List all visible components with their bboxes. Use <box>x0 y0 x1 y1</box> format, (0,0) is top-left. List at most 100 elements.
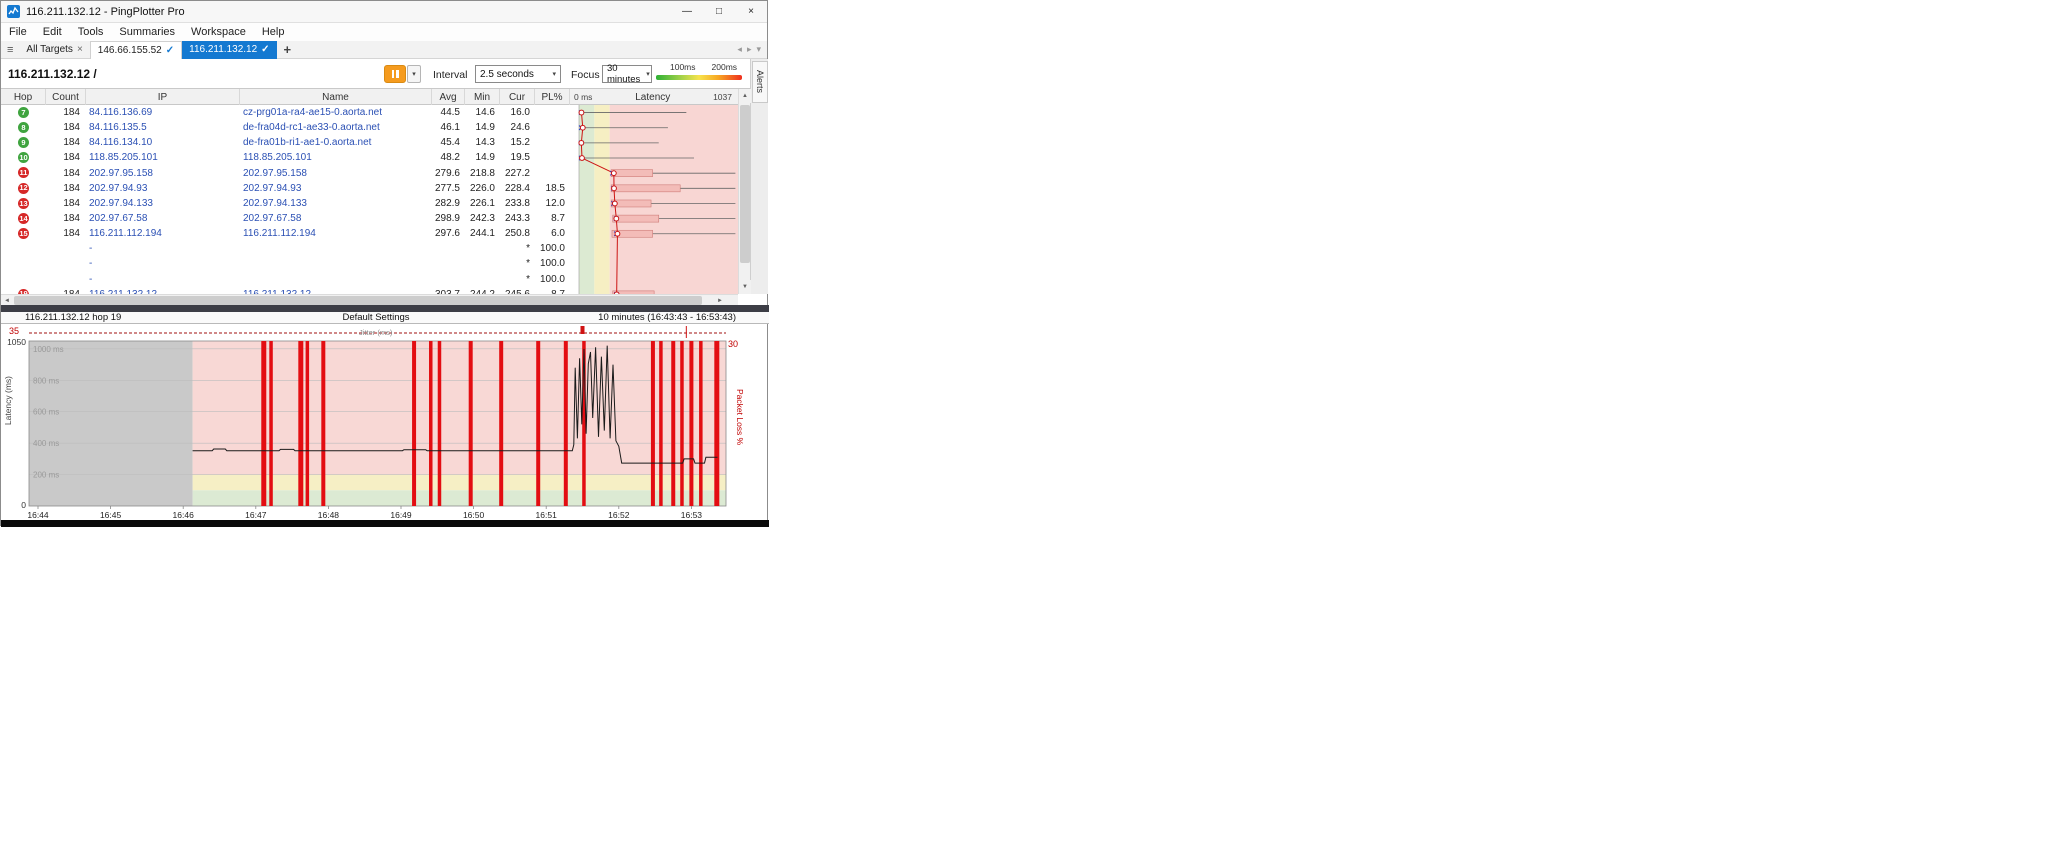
hop-table-header: Hop Count IP Name Avg Min Cur PL% 0 ms L… <box>1 89 738 105</box>
col-name[interactable]: Name <box>240 89 432 105</box>
name-cell: de-fra04d-rc1-ae33-0.aorta.net <box>240 120 432 135</box>
min-cell <box>465 256 500 271</box>
avg-cell: 303.7 <box>432 287 465 294</box>
pl-cell: 100.0 <box>535 241 570 256</box>
cur-cell: 19.5 <box>500 150 535 165</box>
ip-cell: 202.97.95.158 <box>86 166 240 181</box>
trace-toolbar: 116.211.132.12 / ▾ Interval 2.5 seconds … <box>1 59 767 89</box>
tab-116-211-132-12-active[interactable]: 116.211.132.12 ✓ <box>182 41 276 59</box>
min-cell <box>465 241 500 256</box>
table-row[interactable]: 718484.116.136.69cz-prg01a-ra4-ae15-0.ao… <box>1 105 573 120</box>
col-avg[interactable]: Avg <box>432 89 465 105</box>
count-cell: 184 <box>46 211 86 226</box>
close-tab-icon[interactable]: × <box>77 44 83 55</box>
table-row[interactable]: 15184116.211.112.194116.211.112.194297.6… <box>1 226 573 241</box>
table-row[interactable]: 13184202.97.94.133202.97.94.133282.9226.… <box>1 196 573 211</box>
pl-cell <box>535 135 570 150</box>
hop-cell: 14 <box>1 211 46 226</box>
new-target-button[interactable]: + <box>277 42 299 57</box>
scroll-down-icon[interactable]: ▼ <box>739 280 751 294</box>
ip-cell: 116.211.112.194 <box>86 226 240 241</box>
table-row[interactable]: 10184118.85.205.101118.85.205.10148.214.… <box>1 150 573 165</box>
name-cell: de-fra01b-ri1-ae1-0.aorta.net <box>240 135 432 150</box>
pane-splitter[interactable] <box>1 305 769 312</box>
table-row[interactable]: -*100.0 <box>1 256 573 271</box>
graph-title: Latency <box>635 92 670 103</box>
cur-cell: 228.4 <box>500 181 535 196</box>
menu-summaries[interactable]: Summaries <box>111 26 183 38</box>
title-bar[interactable]: 116.211.132.12 - PingPlotter Pro — □ × <box>1 1 767 23</box>
table-row[interactable]: 818484.116.135.5de-fra04d-rc1-ae33-0.aor… <box>1 120 573 135</box>
name-cell: 202.97.94.93 <box>240 181 432 196</box>
col-ip[interactable]: IP <box>86 89 240 105</box>
avg-cell: 46.1 <box>432 120 465 135</box>
menu-tools[interactable]: Tools <box>70 26 112 38</box>
table-horizontal-scrollbar[interactable]: ◄ ► <box>1 294 738 305</box>
select-arrow-icon: ▾ <box>552 70 556 78</box>
avg-cell: 48.2 <box>432 150 465 165</box>
name-cell: 118.85.205.101 <box>240 150 432 165</box>
svg-text:16:50: 16:50 <box>463 510 485 520</box>
svg-text:200 ms: 200 ms <box>33 471 59 480</box>
table-vertical-scrollbar[interactable]: ▲ ▼ <box>738 89 750 294</box>
avg-cell <box>432 272 465 287</box>
min-cell: 226.1 <box>465 196 500 211</box>
col-min[interactable]: Min <box>465 89 500 105</box>
tab-list-dropdown-icon[interactable]: ▾ <box>756 44 761 55</box>
minimize-button[interactable]: — <box>671 1 703 23</box>
tab-all-targets[interactable]: All Targets × <box>19 41 89 59</box>
select-arrow-icon: ▾ <box>646 70 650 78</box>
cur-cell: 233.8 <box>500 196 535 211</box>
hscroll-thumb[interactable] <box>14 296 702 305</box>
svg-text:16:45: 16:45 <box>100 510 122 520</box>
menu-file[interactable]: File <box>1 26 35 38</box>
pl-cell <box>535 166 570 181</box>
ip-cell: 118.85.205.101 <box>86 150 240 165</box>
hamburger-icon[interactable]: ≡ <box>1 44 19 56</box>
col-count[interactable]: Count <box>46 89 86 105</box>
count-cell: 184 <box>46 150 86 165</box>
hop-cell: 12 <box>1 181 46 196</box>
timeline-range-label[interactable]: 10 minutes (16:43:43 - 16:53:43) <box>598 312 736 323</box>
svg-text:800 ms: 800 ms <box>33 376 59 385</box>
col-hop[interactable]: Hop <box>1 89 46 105</box>
latency-legend-labels: 100ms200ms <box>656 62 742 72</box>
col-cur[interactable]: Cur <box>500 89 535 105</box>
pause-button[interactable] <box>384 65 406 83</box>
focus-select[interactable]: 30 minutes ▾ <box>602 65 652 83</box>
scroll-up-icon[interactable]: ▲ <box>739 89 751 103</box>
vscroll-thumb[interactable] <box>740 105 750 263</box>
pause-dropdown-button[interactable]: ▾ <box>407 65 421 83</box>
hop-cell: 15 <box>1 226 46 241</box>
tab-146-66-155-52[interactable]: 146.66.155.52 ✓ <box>90 41 182 59</box>
cur-cell: * <box>500 256 535 271</box>
menu-help[interactable]: Help <box>254 26 293 38</box>
svg-text:0: 0 <box>21 500 26 510</box>
svg-text:16:51: 16:51 <box>536 510 558 520</box>
ip-cell: 202.97.94.93 <box>86 181 240 196</box>
pingplotter-window: 116.211.132.12 - PingPlotter Pro — □ × F… <box>0 0 768 526</box>
menu-edit[interactable]: Edit <box>35 26 70 38</box>
table-row[interactable]: 14184202.97.67.58202.97.67.58298.9242.32… <box>1 211 573 226</box>
hop-cell: 8 <box>1 120 46 135</box>
scroll-tabs-left-icon[interactable]: ◂ <box>737 44 742 55</box>
table-row[interactable]: 12184202.97.94.93202.97.94.93277.5226.02… <box>1 181 573 196</box>
min-cell <box>465 272 500 287</box>
maximize-button[interactable]: □ <box>703 1 735 23</box>
table-row[interactable]: -*100.0 <box>1 241 573 256</box>
alerts-tab[interactable]: Alerts <box>752 61 768 103</box>
table-row[interactable]: -*100.0 <box>1 272 573 287</box>
scroll-tabs-right-icon[interactable]: ▸ <box>747 44 752 55</box>
col-pl[interactable]: PL% <box>535 89 570 105</box>
ip-cell: - <box>86 256 240 271</box>
close-button[interactable]: × <box>735 1 767 23</box>
table-row[interactable]: 918484.116.134.10de-fra01b-ri1-ae1-0.aor… <box>1 135 573 150</box>
ip-cell: 84.116.136.69 <box>86 105 240 120</box>
menu-workspace[interactable]: Workspace <box>183 26 254 38</box>
avg-cell: 279.6 <box>432 166 465 181</box>
table-row[interactable]: 19184116.211.132.12116.211.132.12303.724… <box>1 287 573 294</box>
svg-text:16:46: 16:46 <box>173 510 195 520</box>
table-row[interactable]: 11184202.97.95.158202.97.95.158279.6218.… <box>1 166 573 181</box>
name-cell: cz-prg01a-ra4-ae15-0.aorta.net <box>240 105 432 120</box>
interval-select[interactable]: 2.5 seconds ▾ <box>475 65 561 83</box>
